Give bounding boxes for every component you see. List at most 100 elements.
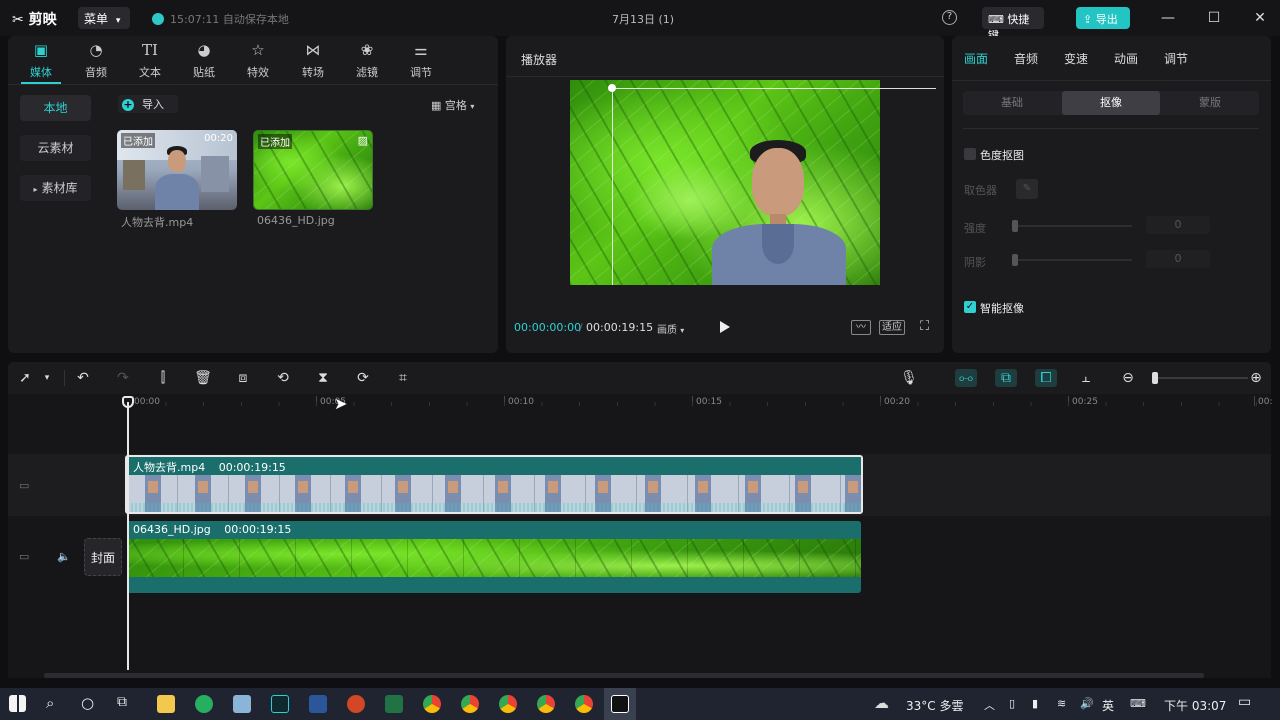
crop-icon[interactable]: ⌗	[394, 369, 412, 387]
strength-slider[interactable]	[1014, 225, 1132, 227]
preview-canvas[interactable]	[570, 80, 880, 285]
zoom-slider[interactable]	[1158, 377, 1248, 379]
reverse-play-icon[interactable]: ⟲	[274, 369, 292, 387]
powerpoint-icon[interactable]	[347, 695, 365, 713]
fit-ratio-button[interactable]: 适应	[879, 320, 905, 335]
menu-button[interactable]: 菜单 ▾	[78, 7, 130, 29]
export-button[interactable]: ⇪ 导出	[1076, 7, 1130, 29]
capcut-taskbar-icon[interactable]	[611, 695, 629, 713]
word-icon[interactable]	[309, 695, 327, 713]
notification-icon[interactable]: ▭	[1238, 694, 1251, 710]
notepad-icon[interactable]	[233, 695, 251, 713]
file-explorer-icon[interactable]	[157, 695, 175, 713]
microphone-icon[interactable]: 🎙	[900, 369, 918, 387]
strength-slider-knob[interactable]	[1012, 220, 1018, 232]
eyedropper-icon[interactable]: ✎	[1016, 179, 1038, 199]
fullscreen-icon[interactable]: ⛶	[920, 319, 929, 334]
chroma-key-checkbox[interactable]	[964, 148, 976, 160]
ime-indicator[interactable]: 英	[1102, 697, 1114, 714]
mirror-icon[interactable]: ⧗	[314, 369, 332, 387]
track-video-icon[interactable]: ▭	[19, 550, 29, 563]
cover-button[interactable]: 封面	[84, 538, 122, 576]
tab-prop-adjust[interactable]: 调节	[1164, 50, 1188, 67]
shadow-value[interactable]: 0	[1146, 250, 1210, 268]
volume-icon[interactable]: 🔊	[1080, 697, 1094, 710]
chevron-down-icon[interactable]: ▾	[38, 369, 56, 387]
segment-cutout[interactable]: 抠像	[1062, 91, 1160, 115]
preview-axis-icon[interactable]: ⧠	[1035, 369, 1057, 387]
media-item-video[interactable]: 已添加 00:20	[117, 130, 237, 210]
maximize-button[interactable]: ☐	[1204, 8, 1224, 28]
close-button[interactable]: ✕	[1250, 8, 1270, 28]
video-clip[interactable]: 人物去背.mp4 00:00:19:15	[125, 455, 863, 514]
segment-mask[interactable]: 蒙版	[1161, 91, 1259, 115]
select-pointer-icon[interactable]: ➚	[16, 369, 34, 387]
device-icon[interactable]: ▯	[1009, 697, 1015, 710]
chrome-icon[interactable]	[575, 695, 593, 713]
import-button[interactable]: + 导入	[118, 95, 178, 113]
tab-effects[interactable]: ☆ 特效	[238, 40, 278, 80]
play-icon[interactable]	[720, 321, 730, 333]
windows-start-icon[interactable]	[9, 695, 26, 712]
timeline[interactable]: 00:00 00:05 00:10 00:15 00:20 00:25 00: …	[8, 394, 1272, 678]
tab-filter[interactable]: ❀ 滤镜	[347, 40, 387, 80]
tab-transition[interactable]: ⋈ 转场	[293, 40, 333, 80]
playhead[interactable]	[127, 402, 129, 670]
help-icon[interactable]: ?	[942, 10, 957, 25]
horizontal-scrollbar[interactable]	[44, 673, 1204, 678]
tab-animation[interactable]: 动画	[1114, 50, 1138, 67]
line-app-icon[interactable]	[195, 695, 213, 713]
tab-sticker[interactable]: ◕ 贴纸	[184, 40, 224, 80]
speaker-icon[interactable]: 🔈	[57, 550, 71, 563]
shortcut-button[interactable]: ⌨ 快捷键	[982, 7, 1044, 42]
mic-tray-icon[interactable]: ▮	[1032, 697, 1038, 710]
smart-cutout-checkbox[interactable]: ✓	[964, 301, 976, 313]
chrome-icon[interactable]	[423, 695, 441, 713]
strength-value[interactable]: 0	[1146, 216, 1210, 234]
align-icon[interactable]: ⫠	[1077, 369, 1095, 387]
media-item-image[interactable]: 已添加 ▨	[253, 130, 373, 210]
tab-picture[interactable]: 画面	[964, 50, 988, 67]
tab-speed[interactable]: 变速	[1064, 50, 1088, 67]
minimize-button[interactable]: —	[1158, 8, 1178, 28]
side-local[interactable]: 本地	[20, 95, 91, 121]
excel-icon[interactable]	[385, 695, 403, 713]
chrome-icon[interactable]	[537, 695, 555, 713]
quality-dropdown[interactable]: 画质 ▾	[657, 321, 684, 336]
tab-media[interactable]: ▣ 媒体	[21, 40, 61, 80]
snap-icon[interactable]: ⧉	[995, 369, 1017, 387]
undo-icon[interactable]: ↶	[74, 369, 92, 387]
shadow-slider-knob[interactable]	[1012, 254, 1018, 266]
side-cloud[interactable]: 云素材	[20, 135, 91, 161]
track-video-icon[interactable]: ▭	[19, 479, 29, 492]
cortana-icon[interactable]: ○	[81, 694, 94, 712]
zoom-in-icon[interactable]: ⊕	[1247, 369, 1265, 387]
weather-text[interactable]: 33°C 多雲	[906, 697, 963, 714]
tab-adjust[interactable]: ⚌ 调节	[401, 40, 441, 80]
guide-handle[interactable]	[608, 84, 616, 92]
chrome-icon[interactable]	[499, 695, 517, 713]
image-clip[interactable]: 06436_HD.jpg 00:00:19:15	[127, 521, 861, 593]
tab-audio[interactable]: ◔ 音频	[76, 40, 116, 80]
capcut-taskbar-icon[interactable]	[271, 695, 289, 713]
chrome-icon[interactable]	[461, 695, 479, 713]
shadow-slider[interactable]	[1014, 259, 1132, 261]
split-icon[interactable]: ⫿	[154, 369, 172, 387]
side-library[interactable]: ▸ 素材库	[20, 175, 91, 201]
tab-prop-audio[interactable]: 音频	[1014, 50, 1038, 67]
view-toggle[interactable]: ▦ 宫格 ▾	[431, 97, 474, 113]
task-view-icon[interactable]: ⧉	[117, 694, 127, 710]
tab-text[interactable]: TI 文本	[130, 40, 170, 80]
rotate-icon[interactable]: ⟳	[354, 369, 372, 387]
zoom-slider-knob[interactable]	[1152, 372, 1158, 384]
chevron-up-icon[interactable]: ︿	[984, 697, 995, 713]
keyboard-icon[interactable]: ⌨	[1130, 697, 1146, 710]
network-icon[interactable]: ≋	[1057, 697, 1066, 710]
waveform-icon[interactable]: 〰	[851, 320, 871, 335]
search-icon[interactable]: ⌕	[46, 694, 54, 712]
link-icon[interactable]: ⧟	[955, 369, 977, 387]
segment-basic[interactable]: 基础	[963, 91, 1061, 115]
freeze-frame-icon[interactable]: ⧈	[234, 369, 252, 387]
delete-icon[interactable]: 🗑	[194, 369, 212, 387]
zoom-out-icon[interactable]: ⊖	[1119, 369, 1137, 387]
